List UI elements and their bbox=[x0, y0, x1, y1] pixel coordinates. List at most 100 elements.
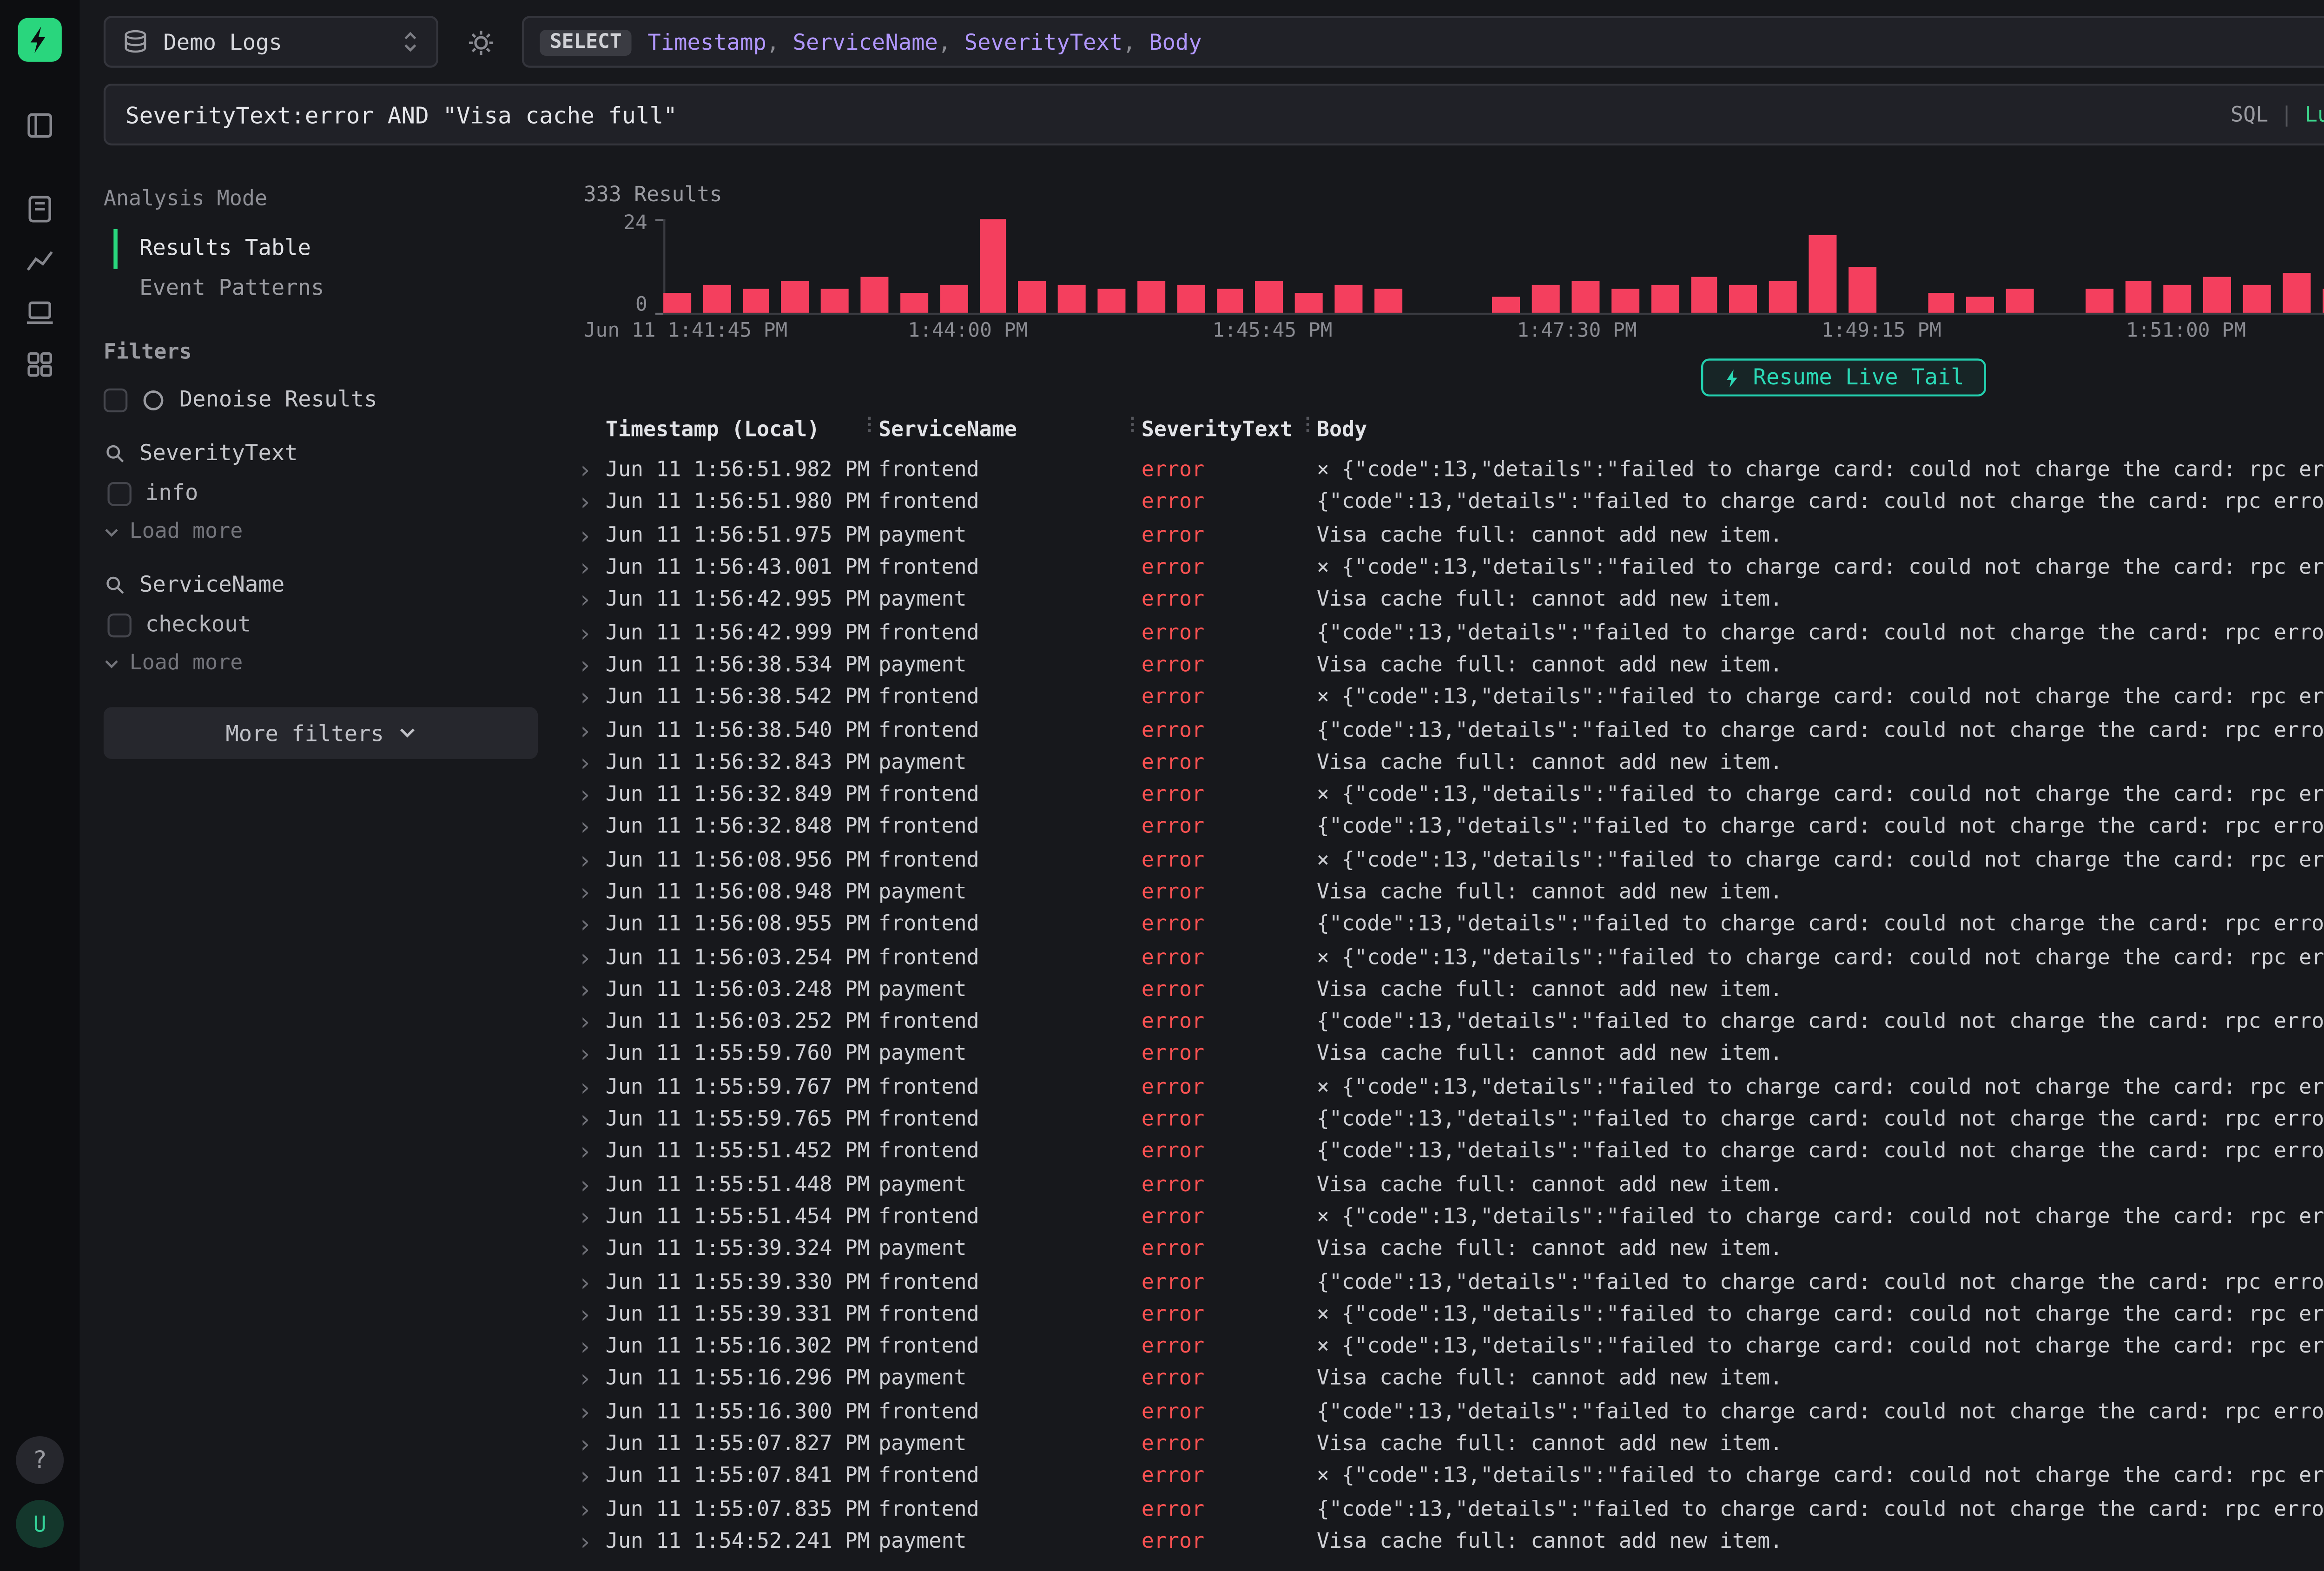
histogram-bar[interactable] bbox=[1295, 293, 1323, 313]
histogram-bar[interactable] bbox=[663, 293, 691, 313]
journal-icon[interactable] bbox=[24, 193, 56, 225]
table-row[interactable]: › Jun 11 1:55:07.841 PM frontend error ×… bbox=[564, 1460, 2324, 1493]
histogram-bar[interactable] bbox=[940, 285, 967, 313]
table-row[interactable]: › Jun 11 1:56:38.534 PM payment error Vi… bbox=[564, 649, 2324, 681]
denoise-results-toggle[interactable]: Denoise Results bbox=[104, 386, 538, 412]
histogram-bar[interactable] bbox=[1137, 282, 1165, 313]
histogram-bar[interactable] bbox=[821, 289, 849, 312]
row-expand-chevron[interactable]: › bbox=[578, 491, 606, 515]
histogram-bar[interactable] bbox=[861, 277, 888, 313]
facet-option-checkbox[interactable] bbox=[107, 481, 131, 505]
table-row[interactable]: › Jun 11 1:54:52.241 PM payment error Vi… bbox=[564, 1525, 2324, 1558]
histogram-bar[interactable] bbox=[2125, 282, 2152, 313]
table-row[interactable]: › Jun 11 1:56:08.956 PM frontend error ×… bbox=[564, 844, 2324, 876]
row-expand-chevron[interactable]: › bbox=[578, 686, 606, 709]
col-severitytext[interactable]: SeverityText bbox=[1142, 418, 1317, 442]
row-expand-chevron[interactable]: › bbox=[578, 1140, 606, 1164]
source-select[interactable]: Demo Logs bbox=[104, 16, 438, 67]
histogram-bar[interactable] bbox=[2006, 289, 2034, 312]
histogram-bar[interactable] bbox=[1848, 266, 1875, 313]
mode-results-table[interactable]: Results Table bbox=[113, 229, 538, 269]
facet-header[interactable]: SeverityText bbox=[104, 440, 538, 466]
table-row[interactable]: › Jun 11 1:55:07.835 PM frontend error {… bbox=[564, 1493, 2324, 1525]
row-expand-chevron[interactable]: › bbox=[578, 556, 606, 580]
histogram-bar[interactable] bbox=[1374, 289, 1402, 312]
user-avatar[interactable]: U bbox=[16, 1500, 64, 1548]
histogram-bar[interactable] bbox=[1651, 285, 1678, 313]
row-expand-chevron[interactable]: › bbox=[578, 1108, 606, 1131]
row-expand-chevron[interactable]: › bbox=[578, 523, 606, 547]
table-row[interactable]: › Jun 11 1:56:03.248 PM payment error Vi… bbox=[564, 974, 2324, 1006]
row-expand-chevron[interactable]: › bbox=[578, 588, 606, 612]
resume-live-tail-button[interactable]: Resume Live Tail bbox=[1701, 358, 1986, 396]
search-input[interactable] bbox=[125, 100, 2215, 128]
row-expand-chevron[interactable]: › bbox=[578, 1335, 606, 1359]
table-row[interactable]: › Jun 11 1:55:51.454 PM frontend error ×… bbox=[564, 1201, 2324, 1234]
table-row[interactable]: › Jun 11 1:55:16.296 PM payment error Vi… bbox=[564, 1363, 2324, 1396]
row-expand-chevron[interactable]: › bbox=[578, 751, 606, 774]
table-row[interactable]: › Jun 11 1:56:51.980 PM frontend error {… bbox=[564, 487, 2324, 519]
table-row[interactable]: › Jun 11 1:55:07.827 PM payment error Vi… bbox=[564, 1428, 2324, 1460]
row-expand-chevron[interactable]: › bbox=[578, 1010, 606, 1034]
table-row[interactable]: › Jun 11 1:56:03.254 PM frontend error ×… bbox=[564, 941, 2324, 974]
histogram-bar[interactable] bbox=[1611, 289, 1639, 312]
histogram-bar[interactable] bbox=[1335, 285, 1362, 313]
row-expand-chevron[interactable]: › bbox=[578, 458, 606, 482]
help-button[interactable]: ? bbox=[16, 1436, 64, 1484]
row-expand-chevron[interactable]: › bbox=[578, 783, 606, 807]
table-row[interactable]: › Jun 11 1:55:51.452 PM frontend error {… bbox=[564, 1136, 2324, 1168]
histogram-bar[interactable] bbox=[2322, 289, 2324, 312]
lucene-language-option[interactable]: Lucene bbox=[2305, 103, 2324, 126]
column-resize-handle[interactable]: ⋮ bbox=[1123, 416, 1142, 436]
row-expand-chevron[interactable]: › bbox=[578, 1302, 606, 1326]
histogram-bar[interactable] bbox=[1532, 285, 1560, 313]
histogram-bar[interactable] bbox=[1690, 277, 1718, 313]
row-expand-chevron[interactable]: › bbox=[578, 718, 606, 742]
facet-option-info[interactable]: info bbox=[107, 480, 538, 506]
row-expand-chevron[interactable]: › bbox=[578, 1400, 606, 1424]
row-expand-chevron[interactable]: › bbox=[578, 1043, 606, 1066]
row-expand-chevron[interactable]: › bbox=[578, 880, 606, 904]
row-expand-chevron[interactable]: › bbox=[578, 1205, 606, 1229]
facet-header[interactable]: ServiceName bbox=[104, 572, 538, 598]
table-row[interactable]: › Jun 11 1:56:51.975 PM payment error Vi… bbox=[564, 519, 2324, 552]
table-row[interactable]: › Jun 11 1:55:39.330 PM frontend error {… bbox=[564, 1266, 2324, 1298]
row-expand-chevron[interactable]: › bbox=[578, 816, 606, 839]
app-logo[interactable] bbox=[18, 18, 62, 62]
sql-language-option[interactable]: SQL bbox=[2231, 103, 2268, 126]
load-more-severitytext[interactable]: Load more bbox=[104, 520, 538, 544]
row-expand-chevron[interactable]: › bbox=[578, 1530, 606, 1553]
histogram-bar[interactable] bbox=[1809, 235, 1836, 313]
row-expand-chevron[interactable]: › bbox=[578, 945, 606, 969]
table-row[interactable]: › Jun 11 1:55:51.448 PM payment error Vi… bbox=[564, 1168, 2324, 1201]
table-row[interactable]: › Jun 11 1:55:39.331 PM frontend error ×… bbox=[564, 1298, 2324, 1331]
table-row[interactable]: › Jun 11 1:56:08.948 PM payment error Vi… bbox=[564, 876, 2324, 909]
table-row[interactable]: › Jun 11 1:56:42.999 PM frontend error {… bbox=[564, 616, 2324, 649]
histogram-bar[interactable] bbox=[2243, 285, 2271, 313]
row-expand-chevron[interactable]: › bbox=[578, 1432, 606, 1456]
laptop-icon[interactable] bbox=[24, 297, 56, 329]
table-row[interactable]: › Jun 11 1:56:03.252 PM frontend error {… bbox=[564, 1006, 2324, 1038]
row-expand-chevron[interactable]: › bbox=[578, 978, 606, 1002]
row-expand-chevron[interactable]: › bbox=[578, 1465, 606, 1488]
denoise-checkbox[interactable] bbox=[104, 388, 127, 411]
histogram-bar[interactable] bbox=[782, 282, 809, 313]
table-row[interactable]: › Jun 11 1:56:08.955 PM frontend error {… bbox=[564, 909, 2324, 941]
table-row[interactable]: › Jun 11 1:55:39.324 PM payment error Vi… bbox=[564, 1233, 2324, 1266]
more-filters-button[interactable]: More filters bbox=[104, 707, 538, 759]
histogram-bar[interactable] bbox=[1177, 285, 1204, 313]
histogram-bar[interactable] bbox=[1058, 285, 1086, 313]
facet-option-checkbox[interactable] bbox=[107, 613, 131, 636]
select-query-bar[interactable]: SELECT Timestamp, ServiceName, SeverityT… bbox=[522, 16, 2324, 67]
row-expand-chevron[interactable]: › bbox=[578, 1270, 606, 1294]
row-expand-chevron[interactable]: › bbox=[578, 621, 606, 645]
table-row[interactable]: › Jun 11 1:56:42.995 PM payment error Vi… bbox=[564, 584, 2324, 617]
histogram-bar[interactable] bbox=[1493, 297, 1520, 313]
panel-layout-icon[interactable] bbox=[24, 110, 56, 142]
table-row[interactable]: › Jun 11 1:56:32.849 PM frontend error ×… bbox=[564, 779, 2324, 812]
chart-line-icon[interactable] bbox=[24, 245, 56, 277]
column-resize-handle[interactable]: ⋮ bbox=[860, 416, 878, 436]
histogram-bar[interactable] bbox=[1730, 285, 1757, 313]
histogram-bar[interactable] bbox=[1769, 282, 1797, 313]
histogram-bar[interactable] bbox=[1572, 282, 1599, 313]
